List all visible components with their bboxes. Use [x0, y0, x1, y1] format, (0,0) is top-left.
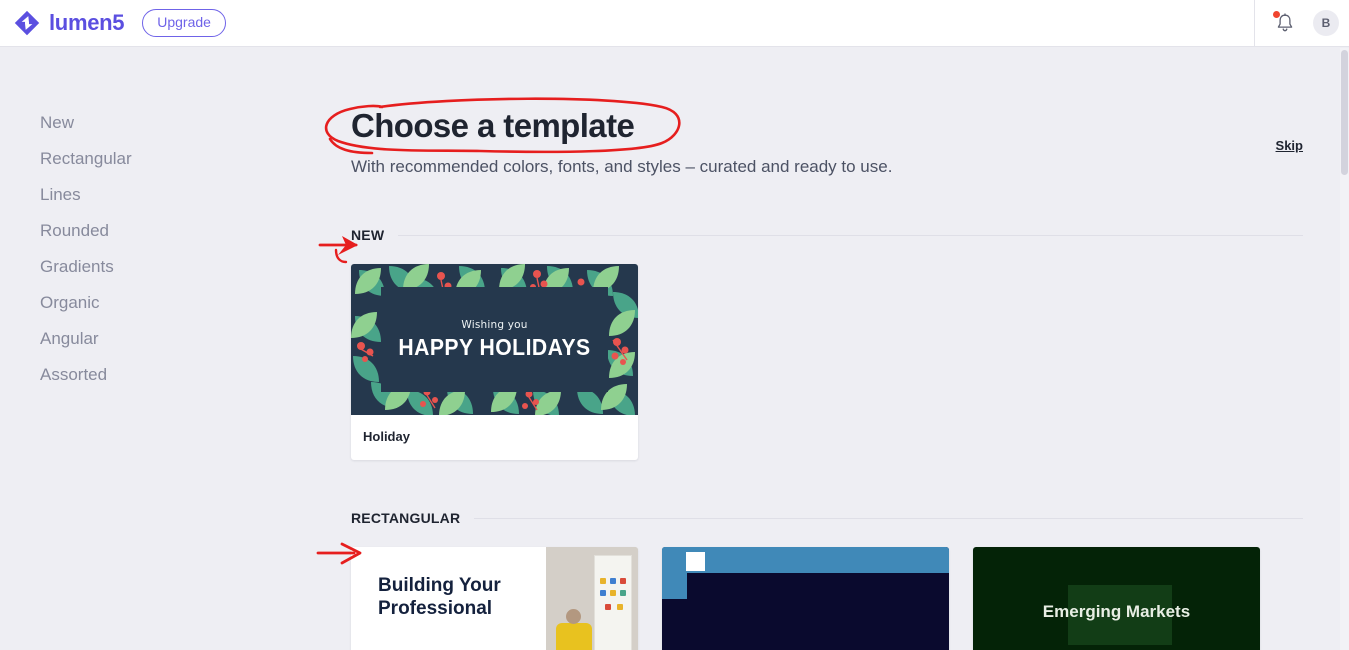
template-card-green[interactable]: Emerging Markets — [973, 547, 1260, 650]
page-scrollbar-thumb[interactable] — [1341, 50, 1348, 175]
top-bar-right: B — [1254, 0, 1349, 47]
section-header-new: NEW — [351, 227, 1303, 243]
lumen5-diamond-logo-icon — [14, 10, 40, 36]
rect2-white-square — [686, 552, 705, 571]
template-card-blue[interactable] — [662, 547, 949, 650]
sidebar-item-rectangular[interactable]: Rectangular — [0, 141, 320, 177]
sidebar-item-gradients[interactable]: Gradients — [0, 249, 320, 285]
sidebar-item-new[interactable]: New — [0, 105, 320, 141]
brand-logo[interactable]: lumen5 — [14, 10, 125, 36]
rect2-top-band — [662, 547, 949, 573]
holiday-headline: HAPPY HOLIDAYS — [398, 333, 591, 360]
brand-name: lumen5 — [49, 10, 125, 35]
sidebar-item-lines[interactable]: Lines — [0, 177, 320, 213]
sidebar-item-rounded[interactable]: Rounded — [0, 213, 320, 249]
sidebar-item-angular[interactable]: Angular — [0, 321, 320, 357]
notifications-button[interactable] — [1273, 11, 1295, 34]
page-subtitle: With recommended colors, fonts, and styl… — [351, 157, 893, 176]
section-title-new: NEW — [351, 227, 385, 243]
sidebar-item-assorted[interactable]: Assorted — [0, 357, 320, 393]
template-card-label: Holiday — [363, 429, 410, 444]
sidebar-item-organic[interactable]: Organic — [0, 285, 320, 321]
section-new: NEW Wishing you HAPPY HOLIDAYS Holiday — [351, 227, 1303, 460]
template-card-holiday[interactable]: Wishing you HAPPY HOLIDAYS Holiday — [351, 264, 638, 460]
rect2-left-band — [662, 547, 687, 599]
holiday-thumbnail-text: Wishing you HAPPY HOLIDAYS — [381, 287, 608, 392]
top-bar: lumen5 Upgrade B — [0, 0, 1349, 47]
upgrade-button[interactable]: Upgrade — [142, 8, 226, 38]
card-grid-new: Wishing you HAPPY HOLIDAYS Holiday — [351, 264, 1303, 460]
rect1-photo — [546, 547, 638, 650]
holiday-subtitle: Wishing you — [461, 318, 528, 331]
section-rectangular: RECTANGULAR Building Your Professional E… — [351, 510, 1303, 650]
template-thumbnail: Wishing you HAPPY HOLIDAYS — [351, 264, 638, 415]
section-title-rectangular: RECTANGULAR — [351, 510, 461, 526]
user-avatar[interactable]: B — [1313, 10, 1339, 36]
section-divider — [398, 234, 1303, 236]
rect3-headline: Emerging Markets — [1042, 602, 1191, 621]
section-header-rectangular: RECTANGULAR — [351, 510, 1303, 526]
template-thumbnail — [662, 547, 949, 650]
template-gallery: Choose a template With recommended color… — [320, 47, 1349, 650]
card-grid-rectangular: Building Your Professional Emerging Mark… — [351, 547, 1303, 650]
category-sidebar: New Rectangular Lines Rounded Gradients … — [0, 47, 320, 650]
notification-badge-dot — [1273, 11, 1280, 18]
template-thumbnail: Emerging Markets — [973, 547, 1260, 650]
template-thumbnail: Building Your Professional — [351, 547, 638, 650]
page-title: Choose a template — [351, 107, 635, 144]
rect1-headline: Building Your Professional — [378, 575, 501, 620]
section-divider — [474, 517, 1303, 519]
skip-link[interactable]: Skip — [1276, 138, 1303, 153]
template-card-professional[interactable]: Building Your Professional — [351, 547, 638, 650]
